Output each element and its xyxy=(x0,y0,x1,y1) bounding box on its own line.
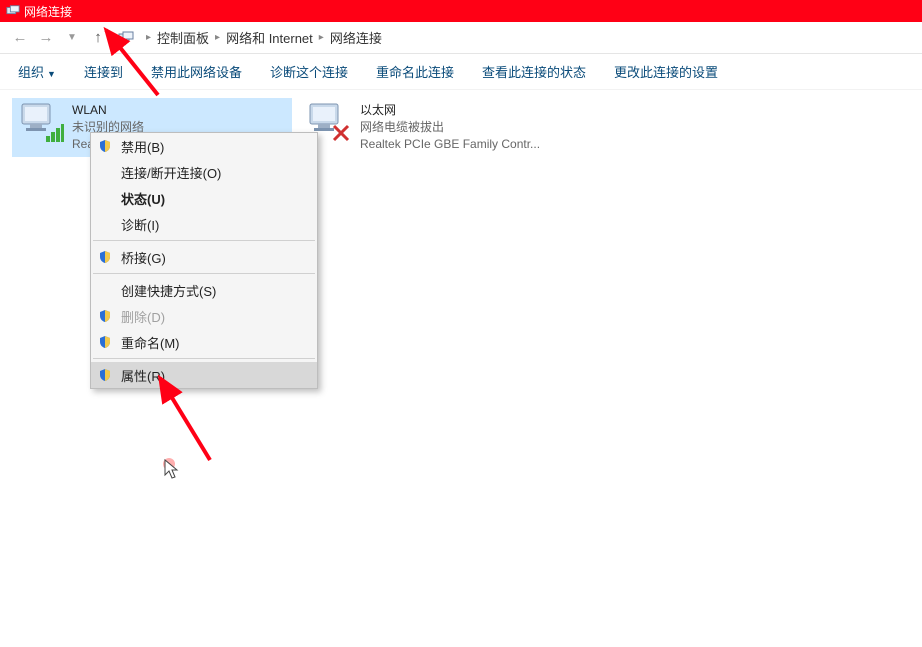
ctx-rename[interactable]: 重命名(M) xyxy=(91,329,317,355)
breadcrumb-item[interactable]: 控制面板 xyxy=(157,28,209,47)
separator xyxy=(93,358,315,359)
ctx-shortcut[interactable]: 创建快捷方式(S) xyxy=(91,277,317,303)
ctx-label: 连接/断开连接(O) xyxy=(121,163,221,182)
separator xyxy=(93,273,315,274)
recent-dropdown[interactable]: ▼ xyxy=(60,26,84,50)
shield-icon xyxy=(98,368,112,382)
ctx-label: 状态(U) xyxy=(121,189,165,208)
ctx-label: 属性(R) xyxy=(121,366,165,385)
command-bar: 组织▼ 连接到 禁用此网络设备 诊断这个连接 重命名此连接 查看此连接的状态 更… xyxy=(0,54,922,90)
cmd-change-settings[interactable]: 更改此连接的设置 xyxy=(614,62,718,81)
context-menu: 禁用(B) 连接/断开连接(O) 状态(U) 诊断(I) 桥接(G) 创建快捷方… xyxy=(90,132,318,389)
ctx-label: 创建快捷方式(S) xyxy=(121,281,216,300)
chevron-right-icon: ▸ xyxy=(146,32,151,43)
back-button[interactable]: ← xyxy=(8,26,32,50)
connection-text: 以太网 网络电缆被拔出 Realtek PCIe GBE Family Cont… xyxy=(360,102,540,153)
ctx-disable[interactable]: 禁用(B) xyxy=(91,133,317,159)
cmd-view-status[interactable]: 查看此连接的状态 xyxy=(482,62,586,81)
ctx-label: 禁用(B) xyxy=(121,137,164,156)
title-bar: 网络连接 xyxy=(0,0,922,22)
shield-icon xyxy=(98,139,112,153)
ctx-delete: 删除(D) xyxy=(91,303,317,329)
shield-icon xyxy=(98,335,112,349)
up-button[interactable]: ↑ xyxy=(86,26,110,50)
connection-ethernet[interactable]: 以太网 网络电缆被拔出 Realtek PCIe GBE Family Cont… xyxy=(300,98,580,157)
ctx-properties[interactable]: 属性(R) xyxy=(91,362,317,388)
cmd-rename[interactable]: 重命名此连接 xyxy=(376,62,454,81)
ctx-label: 重命名(M) xyxy=(121,333,180,352)
cursor-icon xyxy=(163,458,181,482)
separator xyxy=(93,240,315,241)
ctx-diagnose[interactable]: 诊断(I) xyxy=(91,211,317,237)
ctx-connect[interactable]: 连接/断开连接(O) xyxy=(91,159,317,185)
cmd-organize[interactable]: 组织▼ xyxy=(18,62,56,81)
breadcrumb[interactable]: ▸ 控制面板 ▸ 网络和 Internet ▸ 网络连接 xyxy=(118,28,382,47)
wlan-adapter-icon xyxy=(16,102,64,144)
breadcrumb-item[interactable]: 网络连接 xyxy=(330,28,382,47)
ctx-status[interactable]: 状态(U) xyxy=(91,185,317,211)
connection-name: WLAN xyxy=(72,102,144,119)
breadcrumb-item[interactable]: 网络和 Internet xyxy=(226,28,313,47)
window-icon xyxy=(6,4,20,18)
connection-status: 网络电缆被拔出 xyxy=(360,119,540,136)
shield-icon xyxy=(98,309,112,323)
ctx-label: 桥接(G) xyxy=(121,248,166,267)
nav-bar: ← → ▼ ↑ ▸ 控制面板 ▸ 网络和 Internet ▸ 网络连接 xyxy=(0,22,922,54)
ctx-bridge[interactable]: 桥接(G) xyxy=(91,244,317,270)
cmd-diagnose[interactable]: 诊断这个连接 xyxy=(270,62,348,81)
ctx-label: 诊断(I) xyxy=(121,215,159,234)
cmd-disable-device[interactable]: 禁用此网络设备 xyxy=(151,62,242,81)
ctx-label: 删除(D) xyxy=(121,307,165,326)
network-icon xyxy=(118,30,134,46)
connection-adapter: Realtek PCIe GBE Family Contr... xyxy=(360,136,540,153)
chevron-right-icon: ▸ xyxy=(215,32,220,43)
forward-button[interactable]: → xyxy=(34,26,58,50)
shield-icon xyxy=(98,250,112,264)
content-area: WLAN 未识别的网络 Rea... 以太网 网络电缆被拔出 Realtek P… xyxy=(0,90,922,647)
window-title: 网络连接 xyxy=(24,3,72,20)
chevron-right-icon: ▸ xyxy=(319,32,324,43)
cmd-connect[interactable]: 连接到 xyxy=(84,62,123,81)
connection-name: 以太网 xyxy=(360,102,540,119)
